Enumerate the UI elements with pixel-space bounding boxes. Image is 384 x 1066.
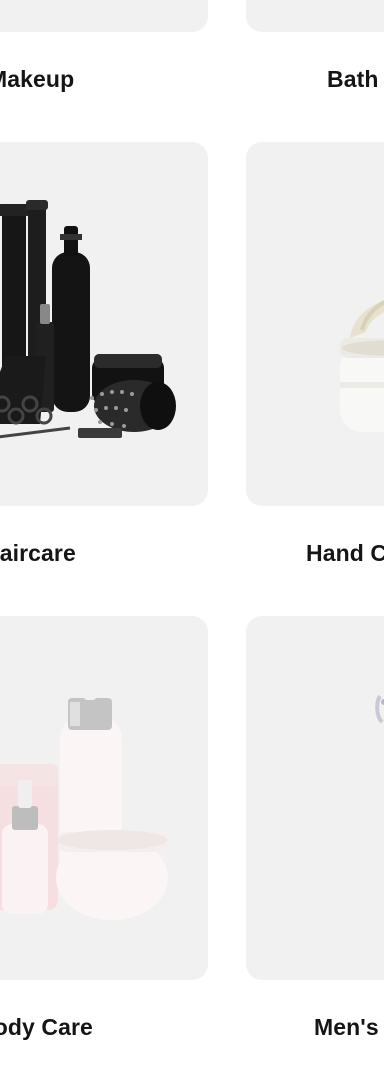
category-label-haircare[interactable]: Haircare: [0, 540, 76, 567]
category-card-body-care[interactable]: [0, 616, 208, 980]
category-card-mens-grooming[interactable]: [246, 616, 384, 980]
haircare-products-image: [0, 200, 176, 439]
category-card-haircare[interactable]: [0, 142, 208, 506]
category-card-hand-care[interactable]: [246, 142, 384, 506]
category-label-body-care[interactable]: Body Care: [0, 1014, 93, 1041]
category-label-bath-body[interactable]: Bath & Body: [327, 66, 384, 93]
category-card-makeup[interactable]: [0, 0, 208, 32]
category-label-hand-care[interactable]: Hand Care: [306, 540, 384, 567]
mens-grooming-image: [375, 694, 384, 724]
category-label-mens-grooming[interactable]: Men's Grooming: [314, 1014, 384, 1041]
body-care-products-image: [0, 664, 168, 920]
category-label-makeup[interactable]: Makeup: [0, 66, 208, 93]
category-grid: Makeup Bath & Body: [0, 0, 384, 1066]
category-card-bath-body[interactable]: [246, 0, 384, 32]
hand-care-cream-image: [340, 300, 384, 432]
